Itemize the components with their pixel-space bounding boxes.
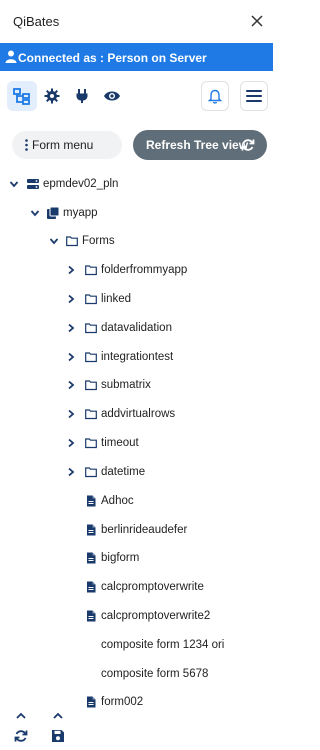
file-icon bbox=[87, 581, 96, 593]
tree-form-item[interactable]: calcpromptoverwrite bbox=[0, 579, 273, 599]
folder-icon bbox=[66, 236, 78, 247]
tree-node-label: Forms bbox=[82, 235, 115, 247]
tree-node-label: linked bbox=[101, 293, 132, 305]
tree-node-label: datetime bbox=[101, 466, 146, 478]
app-title: QiBates bbox=[13, 14, 60, 29]
main-menu-button[interactable] bbox=[240, 81, 268, 111]
tree-form-item[interactable]: Adhoc bbox=[0, 493, 273, 513]
chevron-right-icon[interactable] bbox=[66, 294, 76, 304]
plug-icon bbox=[76, 89, 88, 103]
tree-folder-item[interactable]: linked bbox=[0, 291, 273, 311]
file-icon bbox=[87, 495, 96, 507]
vertical-dots-icon bbox=[25, 139, 28, 151]
tree-composite-item[interactable]: composite form 1234 ori bbox=[0, 637, 273, 657]
chevron-right-icon[interactable] bbox=[66, 438, 76, 448]
chevron-up-icon[interactable] bbox=[14, 709, 28, 723]
refresh-tree-label: Refresh Tree view bbox=[146, 138, 249, 152]
tree-node-label: folderfrommyapp bbox=[101, 264, 188, 276]
tree-node-forms-folder[interactable]: Forms bbox=[0, 233, 273, 253]
chevron-right-icon[interactable] bbox=[66, 323, 76, 333]
tree-node-label: composite form 5678 bbox=[101, 668, 209, 680]
eye-icon bbox=[104, 91, 120, 101]
tree-node-label: epmdev02_pln bbox=[43, 178, 119, 190]
tree-view-icon bbox=[13, 88, 30, 105]
folder-icon bbox=[85, 409, 97, 420]
tree-node-label: myapp bbox=[63, 207, 98, 219]
refresh-icon[interactable] bbox=[14, 729, 28, 743]
tree-node-label: addvirtualrows bbox=[101, 408, 176, 420]
form-menu-button[interactable]: Form menu bbox=[12, 131, 122, 159]
hamburger-icon bbox=[246, 90, 262, 102]
folder-icon bbox=[85, 323, 97, 334]
tree-folder-item[interactable]: datetime bbox=[0, 464, 273, 484]
file-icon bbox=[87, 696, 96, 708]
footer-bar bbox=[0, 708, 273, 750]
tree-form-item[interactable]: calcpromptoverwrite2 bbox=[0, 608, 273, 628]
tree-node-label: bigform bbox=[101, 552, 140, 564]
file-icon bbox=[87, 524, 96, 536]
folder-icon bbox=[85, 438, 97, 449]
action-row: Form menu Refresh Tree view bbox=[0, 121, 273, 169]
tree-node-label: Adhoc bbox=[101, 495, 134, 507]
title-bar: QiBates bbox=[0, 0, 273, 43]
notifications-button[interactable] bbox=[201, 81, 229, 111]
tree-node-label: calcpromptoverwrite2 bbox=[101, 610, 211, 622]
toolbar bbox=[0, 71, 273, 121]
tree-folder-item[interactable]: integrationtest bbox=[0, 349, 273, 369]
tree-node-app[interactable]: myapp bbox=[0, 205, 273, 225]
tree-form-item[interactable]: form002 bbox=[0, 694, 273, 708]
refresh-tree-button[interactable]: Refresh Tree view bbox=[133, 130, 267, 160]
server-icon bbox=[27, 179, 39, 189]
tree-folder-item[interactable]: timeout bbox=[0, 435, 273, 455]
tree-composite-item[interactable]: composite form 5678 bbox=[0, 666, 273, 686]
file-icon bbox=[87, 552, 96, 564]
form-menu-label: Form menu bbox=[32, 138, 94, 152]
tree-node-label: submatrix bbox=[101, 379, 151, 391]
folder-icon bbox=[85, 467, 97, 478]
bell-icon bbox=[208, 89, 222, 104]
folder-icon bbox=[85, 294, 97, 305]
refresh-icon bbox=[241, 139, 255, 151]
save-icon[interactable] bbox=[51, 729, 65, 743]
tree-node-label: composite form 1234 ori bbox=[101, 639, 225, 651]
tree-folder-item[interactable]: datavalidation bbox=[0, 320, 273, 340]
tree-folder-item[interactable]: folderfrommyapp bbox=[0, 262, 273, 282]
folder-icon bbox=[85, 380, 97, 391]
database-icon bbox=[47, 207, 59, 219]
tree-form-item[interactable]: bigform bbox=[0, 550, 273, 570]
form-tree: epmdev02_pln myapp Forms folderfrommyapp… bbox=[0, 170, 273, 708]
chevron-right-icon[interactable] bbox=[66, 265, 76, 275]
chevron-down-icon[interactable] bbox=[9, 179, 19, 189]
folder-icon bbox=[85, 352, 97, 363]
chevron-up-icon[interactable] bbox=[51, 709, 65, 723]
tree-node-label: timeout bbox=[101, 437, 139, 449]
connect-button[interactable] bbox=[67, 81, 97, 111]
connection-status: Connected as : Person on Server bbox=[18, 51, 207, 65]
tree-view-button[interactable] bbox=[7, 81, 37, 111]
chevron-down-icon[interactable] bbox=[30, 208, 40, 218]
tree-node-label: integrationtest bbox=[101, 351, 174, 363]
tree-node-label: berlinrideaudefer bbox=[101, 524, 188, 536]
chevron-right-icon[interactable] bbox=[66, 380, 76, 390]
folder-icon bbox=[85, 265, 97, 276]
person-icon bbox=[5, 50, 17, 63]
tree-node-server[interactable]: epmdev02_pln bbox=[0, 176, 273, 196]
settings-button[interactable] bbox=[37, 81, 67, 111]
gear-icon bbox=[44, 88, 60, 104]
chevron-right-icon[interactable] bbox=[66, 467, 76, 477]
preview-button[interactable] bbox=[97, 81, 127, 111]
tree-folder-item[interactable]: submatrix bbox=[0, 377, 273, 397]
chevron-down-icon[interactable] bbox=[49, 236, 59, 246]
tree-node-label: datavalidation bbox=[101, 322, 172, 334]
tree-node-label: calcpromptoverwrite bbox=[101, 581, 204, 593]
tree-form-item[interactable]: berlinrideaudefer bbox=[0, 522, 273, 542]
chevron-right-icon[interactable] bbox=[66, 352, 76, 362]
file-icon bbox=[87, 610, 96, 622]
close-icon[interactable] bbox=[250, 14, 264, 28]
chevron-right-icon[interactable] bbox=[66, 409, 76, 419]
connection-bar: Connected as : Person on Server bbox=[0, 43, 273, 71]
tree-node-label: form002 bbox=[101, 696, 144, 708]
tree-folder-item[interactable]: addvirtualrows bbox=[0, 406, 273, 426]
